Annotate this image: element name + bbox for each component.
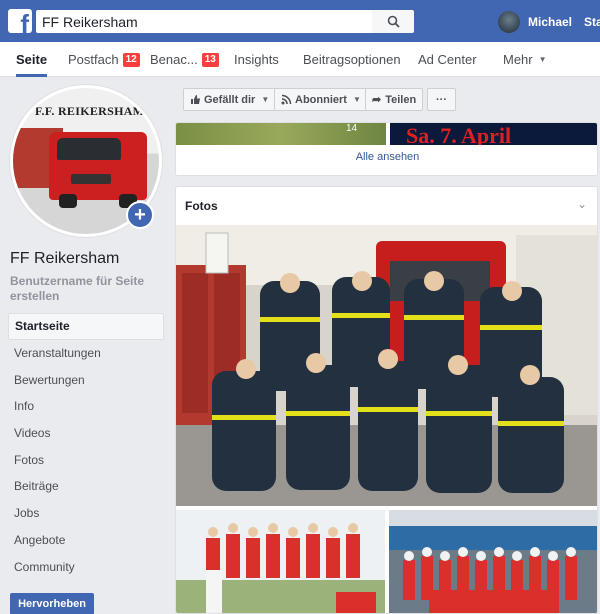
tab-benachrichtigungen[interactable]: Benac... 13 [150, 42, 219, 77]
rss-icon [281, 94, 292, 105]
tab-seite[interactable]: Seite [16, 42, 48, 77]
share-arrow-icon: ➦ [372, 94, 382, 106]
caret-down-icon: ▼ [261, 95, 270, 104]
sidebar-nav: Startseite Veranstaltungen Bewertungen I… [8, 313, 164, 580]
top-navigation-bar: f FF Reikersham Michael Sta [0, 0, 600, 42]
share-button[interactable]: ➦ Teilen [365, 88, 424, 111]
search-icon [387, 15, 400, 28]
search-button[interactable] [372, 10, 414, 33]
notification-badge: 13 [201, 52, 219, 67]
search-input[interactable]: FF Reikersham [36, 10, 372, 33]
photos-card-title: Fotos [185, 199, 218, 213]
event-photo-overlay: 14 [346, 123, 358, 134]
page-action-bar: Gefällt dir ▼ Abonniert ▼ ➦ Teilen ··· [175, 84, 598, 116]
caret-down-icon: ▼ [352, 95, 361, 104]
left-sidebar: F.F. REIKERSHAM + FF Reikersham Benutzer… [0, 77, 168, 614]
tab-beitragsoptionen[interactable]: Beitragsoptionen [303, 42, 401, 77]
sidebar-item-beitraege[interactable]: Beiträge [8, 473, 164, 500]
facebook-logo-icon[interactable]: f [8, 9, 32, 33]
create-username-link[interactable]: Benutzername für Seite erstellen [10, 274, 160, 304]
photo-illustration [176, 510, 385, 613]
caret-down-icon: ▼ [538, 55, 547, 64]
sidebar-item-videos[interactable]: Videos [8, 420, 164, 447]
sidebar-item-jobs[interactable]: Jobs [8, 500, 164, 527]
events-card: 14 Sa. 7. April Alle ansehen [175, 122, 598, 176]
group-photo-main[interactable] [176, 225, 597, 506]
page-admin-tabs: Seite Postfach 12 Benac... 13 Insights Bei… [0, 42, 600, 77]
tab-insights[interactable]: Insights [234, 42, 279, 77]
sidebar-item-bewertungen[interactable]: Bewertungen [8, 366, 164, 393]
profile-link[interactable]: Michael [498, 10, 572, 34]
tab-postfach[interactable]: Postfach 12 [68, 42, 140, 77]
sidebar-item-angebote[interactable]: Angebote [8, 527, 164, 554]
thumbs-up-icon [191, 95, 200, 104]
tab-ad-center[interactable]: Ad Center [418, 42, 477, 77]
sidebar-item-startseite[interactable]: Startseite [8, 313, 164, 340]
group-photo-illustration [176, 225, 597, 506]
follow-button[interactable]: Abonniert ▼ [274, 88, 368, 111]
group-photo-small-1[interactable] [176, 510, 385, 613]
notification-badge: 12 [122, 52, 140, 67]
sidebar-item-fotos[interactable]: Fotos [8, 446, 164, 473]
group-photo-small-2[interactable] [389, 510, 597, 613]
avatar [498, 11, 520, 33]
chevron-down-icon[interactable]: ⌄ [577, 197, 587, 211]
truck-wheel [59, 194, 77, 208]
event-banner-right[interactable]: Sa. 7. April [390, 123, 597, 146]
truck-grill [71, 174, 111, 184]
sidebar-item-community[interactable]: Community [8, 553, 164, 580]
startseite-link[interactable]: Sta [584, 15, 600, 29]
promote-button[interactable]: Hervorheben [10, 593, 94, 614]
page-title: FF Reikersham [10, 250, 120, 267]
more-options-button[interactable]: ··· [427, 88, 456, 111]
plus-icon: + [134, 204, 146, 226]
tab-mehr[interactable]: Mehr ▼ [503, 42, 547, 77]
photos-card: Fotos ⌄ [175, 186, 598, 614]
truck-windshield [57, 138, 121, 160]
sidebar-item-veranstaltungen[interactable]: Veranstaltungen [8, 340, 164, 367]
photo-illustration [389, 510, 597, 613]
like-button[interactable]: Gefällt dir ▼ [183, 88, 277, 111]
building-sign: F.F. REIKERSHAM [35, 104, 145, 118]
event-banner-text: Sa. 7. April [406, 123, 512, 146]
see-all-link[interactable]: Alle ansehen [176, 151, 597, 163]
sidebar-item-info[interactable]: Info [8, 393, 164, 420]
add-photo-button[interactable]: + [126, 201, 154, 229]
user-name: Michael [528, 15, 573, 29]
